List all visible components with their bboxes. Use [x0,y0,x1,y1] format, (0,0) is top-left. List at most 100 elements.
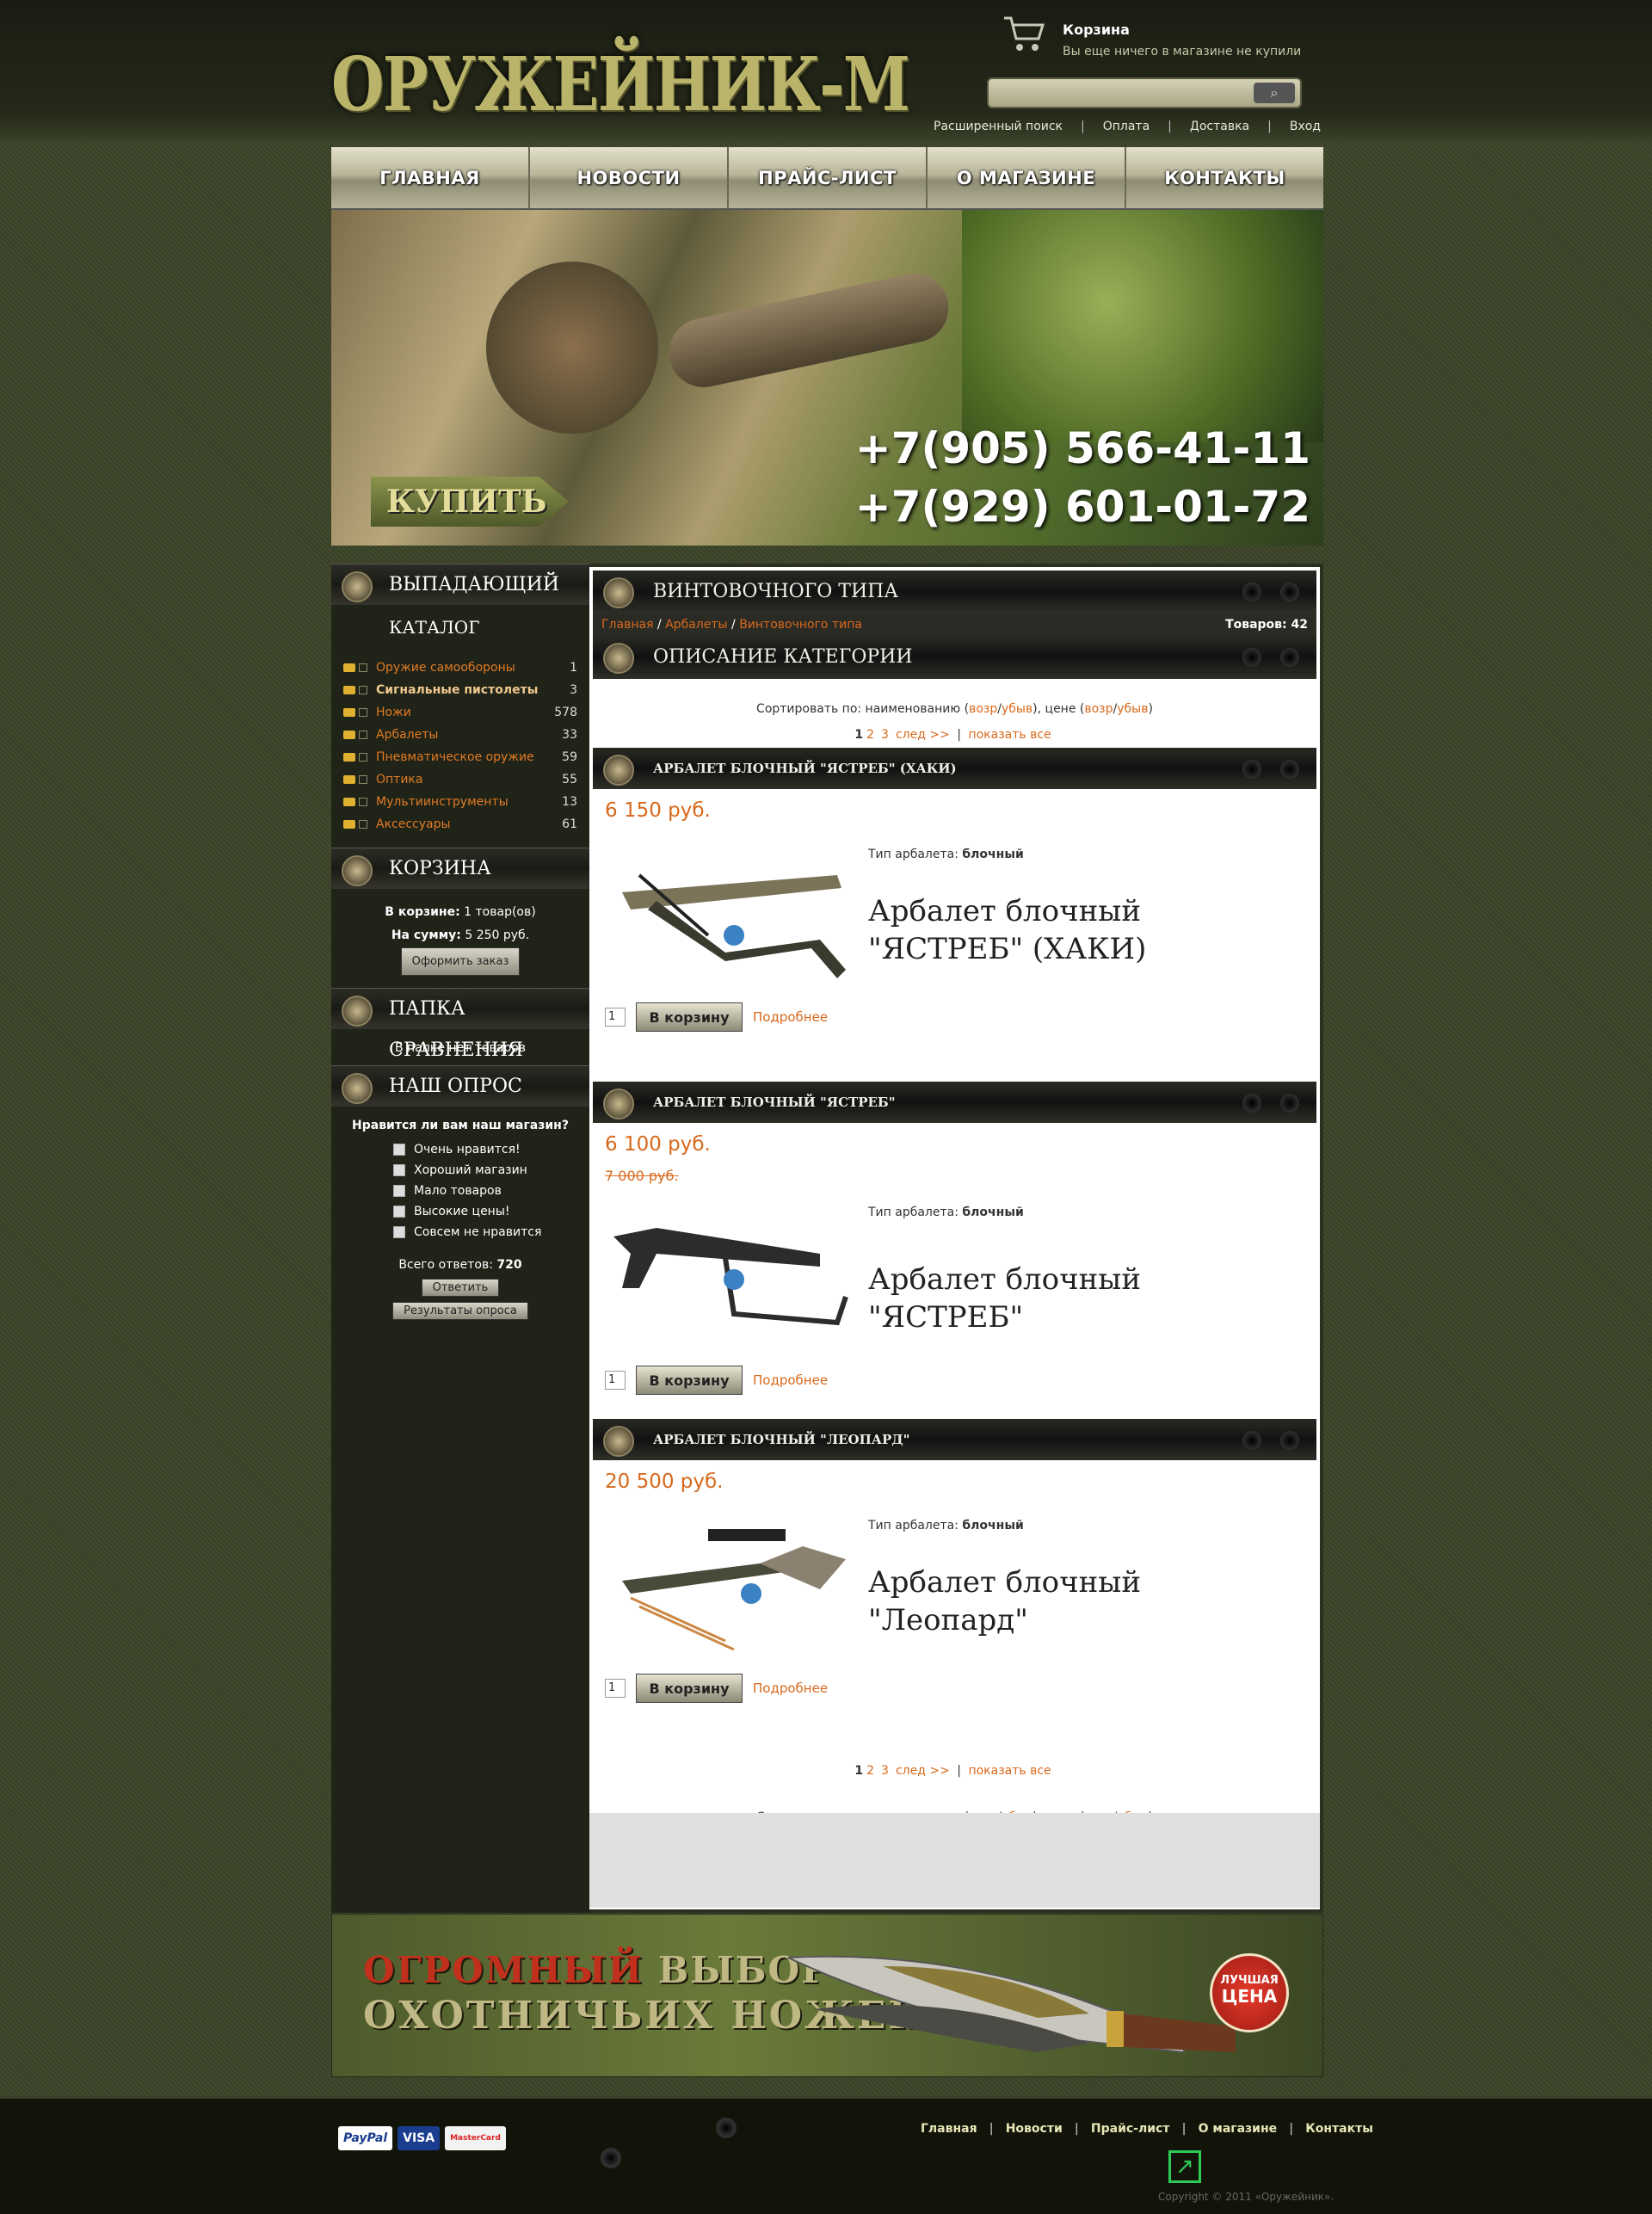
category-item[interactable]: Арбалеты 33 [331,724,589,746]
quantity-input[interactable]: 1 [605,1008,626,1027]
payment-link[interactable]: Оплата [1103,120,1150,133]
category-name[interactable]: Оптика [376,773,562,786]
expand-icon[interactable] [359,686,367,694]
checkout-button[interactable]: Оформить заказ [400,947,521,976]
product-header-title[interactable]: АРБАЛЕТ БЛОЧНЫЙ "ЛЕОПАРД" [653,1432,909,1447]
page-2-link[interactable]: 2 [866,1764,874,1778]
add-to-cart-button[interactable]: В корзину [636,1002,743,1032]
poll-option[interactable]: Мало товаров [331,1181,589,1201]
nav-item-news[interactable]: НОВОСТИ [530,147,729,208]
delivery-link[interactable]: Доставка [1190,120,1249,133]
category-name[interactable]: Аксессуары [376,817,562,831]
product-name[interactable]: Арбалет блочный "ЯСТРЕБ" [868,1261,1281,1336]
page-3-link[interactable]: 3 [881,1764,889,1778]
search-button[interactable]: ⌕ [1254,83,1295,103]
product-header-title[interactable]: АРБАЛЕТ БЛОЧНЫЙ "ЯСТРЕБ" (ХАКИ) [653,761,957,776]
nav-item-contacts[interactable]: КОНТАКТЫ [1126,147,1323,208]
sort-price-asc[interactable]: возр [1084,702,1113,716]
poll-option[interactable]: Очень нравится! [331,1139,589,1160]
category-item[interactable]: Аксессуары 61 [331,813,589,836]
category-name[interactable]: Арбалеты [376,728,562,742]
footer-link-news[interactable]: Новости [1006,2122,1063,2136]
category-item[interactable]: Пневматическое оружие 59 [331,746,589,768]
product-name[interactable]: Арбалет блочный "ЯСТРЕБ" (ХАКИ) [868,892,1281,968]
shopping-cart-icon[interactable] [1002,13,1045,54]
page-2-link[interactable]: 2 [866,728,874,742]
sort-label: Сортировать по: наименованию ( [756,702,970,716]
product-card: АРБАЛЕТ БЛОЧНЫЙ "ЯСТРЕБ" (ХАКИ) 6 150 ру… [589,748,1320,1082]
category-item[interactable]: Оружие самообороны 1 [331,657,589,679]
category-name[interactable]: Ножи [376,706,554,719]
sort-price-desc[interactable]: убыв [1117,702,1148,716]
sort-name-asc[interactable]: возр [969,702,997,716]
knives-promo-banner[interactable]: ОГРОМНЫЙ ВЫБОР ОХОТНИЧЬИХ НОЖЕЙ ЛУЧШАЯ ЦЕ… [331,1914,1323,2077]
site-logo[interactable]: ОРУЖЕЙНИК-М [331,41,910,128]
expand-icon[interactable] [359,798,367,806]
category-item[interactable]: Мультиинструменты 13 [331,791,589,813]
poll-option[interactable]: Совсем не нравится [331,1222,589,1243]
nav-item-home[interactable]: ГЛАВНАЯ [331,147,530,208]
footer-link-about[interactable]: О магазине [1199,2122,1278,2136]
medal-icon [603,577,634,608]
details-link[interactable]: Подробнее [753,1009,828,1025]
details-link[interactable]: Подробнее [753,1372,828,1388]
details-link[interactable]: Подробнее [753,1681,828,1696]
advanced-search-link[interactable]: Расширенный поиск [934,120,1063,133]
product-header-title[interactable]: АРБАЛЕТ БЛОЧНЫЙ "ЯСТРЕБ" [653,1095,896,1110]
category-item[interactable]: Оптика 55 [331,768,589,791]
poll-total: 720 [496,1258,522,1272]
page-3-link[interactable]: 3 [881,728,889,742]
quantity-input[interactable]: 1 [605,1371,626,1390]
poll-option[interactable]: Хороший магазин [331,1160,589,1181]
category-name[interactable]: Оружие самообороны [376,661,570,675]
buy-button[interactable]: КУПИТЬ [371,477,569,527]
footer-link-home[interactable]: Главная [921,2122,977,2136]
expand-icon[interactable] [359,753,367,762]
footer-link-contacts[interactable]: Контакты [1305,2122,1373,2136]
poll-answer-button[interactable]: Ответить [421,1279,500,1297]
crossbow-image[interactable] [605,841,854,996]
crossbow-image[interactable] [605,1512,854,1667]
next-page-link[interactable]: след >> [896,1764,950,1778]
category-item[interactable]: Ножи 578 [331,701,589,724]
folder-icon [343,731,355,739]
poll-radio[interactable] [393,1164,405,1176]
sort-name-desc[interactable]: убыв [1002,702,1032,716]
footer-link-price-list[interactable]: Прайс-лист [1091,2122,1170,2136]
breadcrumb-current[interactable]: Винтовочного типа [739,618,862,632]
quantity-input[interactable]: 1 [605,1679,626,1698]
expand-icon[interactable] [359,820,367,829]
main-nav: ГЛАВНАЯ НОВОСТИ ПРАЙС-ЛИСТ О МАГАЗИНЕ КО… [331,147,1323,210]
next-page-link[interactable]: след >> [896,728,950,742]
external-link-icon[interactable]: ↗ [1168,2150,1201,2183]
crossbow-image[interactable] [605,1193,854,1348]
add-to-cart-button[interactable]: В корзину [636,1674,743,1703]
product-name[interactable]: Арбалет блочный "Леопард" [868,1563,1281,1639]
show-all-link[interactable]: показать все [968,728,1051,742]
poll-option[interactable]: Высокие цены! [331,1201,589,1222]
pager-top: 1 2 3 след >> | показать все [589,722,1320,748]
expand-icon[interactable] [359,775,367,784]
poll-results-button[interactable]: Результаты опроса [392,1302,528,1320]
category-name[interactable]: Мультиинструменты [376,795,562,809]
nav-item-price-list[interactable]: ПРАЙС-ЛИСТ [729,147,928,208]
cart-title[interactable]: Корзина [1063,22,1130,38]
category-item[interactable]: Сигнальные пистолеты 3 [331,679,589,701]
breadcrumb-crossbows[interactable]: Арбалеты [665,618,727,632]
expand-icon[interactable] [359,731,367,739]
poll-radio[interactable] [393,1226,405,1238]
separator: | [957,1764,961,1778]
poll-radio[interactable] [393,1144,405,1156]
category-name[interactable]: Пневматическое оружие [376,750,562,764]
category-name[interactable]: Сигнальные пистолеты [376,683,570,697]
search-input[interactable] [997,84,1247,103]
expand-icon[interactable] [359,708,367,717]
poll-radio[interactable] [393,1206,405,1218]
poll-radio[interactable] [393,1185,405,1197]
breadcrumb-home[interactable]: Главная [601,618,653,632]
show-all-link[interactable]: показать все [968,1764,1051,1778]
add-to-cart-button[interactable]: В корзину [636,1366,743,1395]
expand-icon[interactable] [359,663,367,672]
nav-item-about[interactable]: О МАГАЗИНЕ [928,147,1126,208]
login-link[interactable]: Вход [1290,120,1321,133]
